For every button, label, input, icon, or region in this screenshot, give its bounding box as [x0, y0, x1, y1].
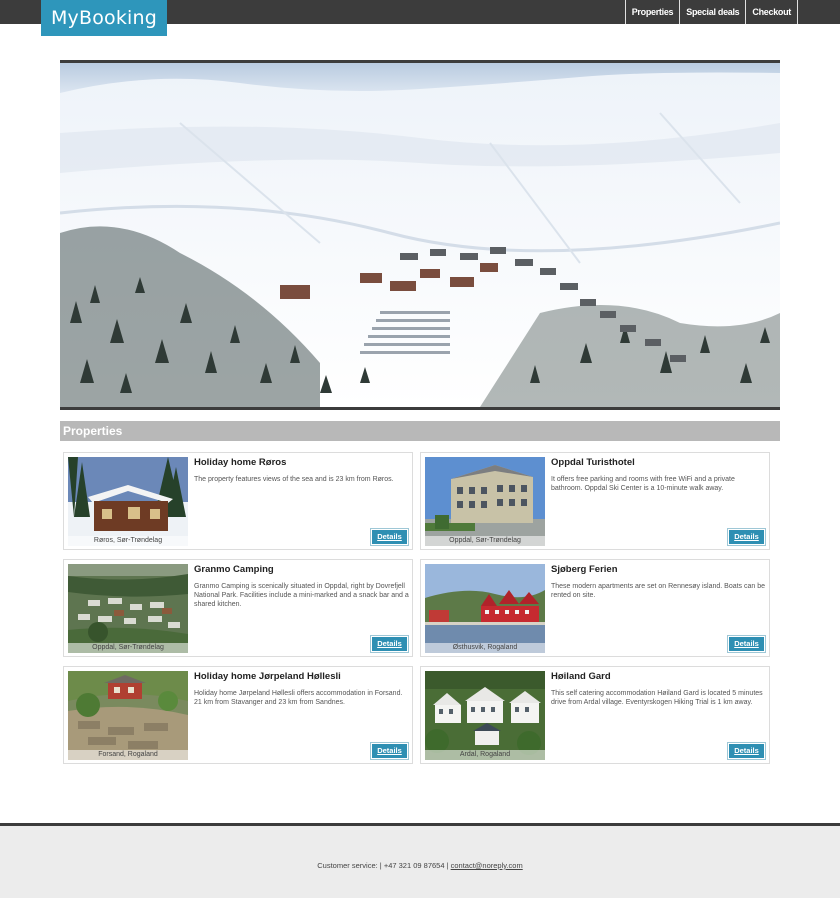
property-location: Forsand, Rogaland — [68, 750, 188, 760]
nav-special-deals-link[interactable]: Special deals — [679, 0, 745, 24]
property-description: The property features views of the sea a… — [194, 476, 394, 483]
details-button-label[interactable]: Details — [372, 744, 407, 758]
details-button-label[interactable]: Details — [729, 530, 764, 544]
nav-checkout-link[interactable]: Checkout — [745, 0, 798, 24]
main-nav: Properties Special deals Checkout — [624, 0, 798, 24]
property-location: Ardal, Rogaland — [425, 750, 545, 760]
property-title: Høiland Gard — [551, 671, 611, 682]
property-title: Holiday home Jørpeland Høllesli — [194, 671, 341, 682]
property-title: Oppdal Turisthotel — [551, 457, 635, 468]
property-card: Oppdal, Sør-Trøndelag Oppdal Turisthotel… — [420, 452, 770, 550]
details-button[interactable]: Details — [370, 635, 409, 653]
details-button[interactable]: Details — [370, 742, 409, 760]
customer-service-text: Customer service: | +47 321 09 87654 | — [317, 861, 449, 870]
hero-banner-image — [60, 60, 780, 410]
property-card: Røros, Sør-Trøndelag Holiday home Røros … — [63, 452, 413, 550]
details-button-label[interactable]: Details — [372, 530, 407, 544]
property-title: Granmo Camping — [194, 564, 274, 575]
details-button[interactable]: Details — [727, 528, 766, 546]
property-location: Østhusvik, Rogaland — [425, 643, 545, 653]
page-footer: Customer service: | +47 321 09 87654 | c… — [0, 823, 840, 898]
property-thumbnail[interactable]: Østhusvik, Rogaland — [425, 564, 545, 653]
property-description: It offers free parking and rooms with fr… — [551, 476, 735, 492]
property-thumbnail[interactable]: Oppdal, Sør-Trøndelag — [425, 457, 545, 546]
property-card: Ardal, Rogaland Høiland Gard This self c… — [420, 666, 770, 764]
details-button[interactable]: Details — [727, 635, 766, 653]
property-description: Granmo Camping is scenically situated in… — [194, 583, 409, 608]
property-description: This self catering accommodation Høiland… — [551, 690, 763, 706]
property-thumbnail[interactable]: Forsand, Rogaland — [68, 671, 188, 760]
property-title: Holiday home Røros — [194, 457, 287, 468]
details-button-label[interactable]: Details — [729, 637, 764, 651]
property-title: Sjøberg Ferien — [551, 564, 618, 575]
property-thumbnail[interactable]: Oppdal, Sør-Trøndelag — [68, 564, 188, 653]
property-card: Østhusvik, Rogaland Sjøberg Ferien These… — [420, 559, 770, 657]
details-button[interactable]: Details — [727, 742, 766, 760]
details-button-label[interactable]: Details — [729, 744, 764, 758]
site-logo[interactable]: MyBooking — [41, 0, 167, 36]
customer-service-line: Customer service: | +47 321 09 87654 | c… — [0, 861, 840, 870]
details-button[interactable]: Details — [370, 528, 409, 546]
contact-email-link[interactable]: contact@noreply.com — [451, 861, 523, 870]
property-location: Oppdal, Sør-Trøndelag — [425, 536, 545, 546]
property-thumbnail[interactable]: Ardal, Rogaland — [425, 671, 545, 760]
property-description: These modern apartments are set on Renne… — [551, 583, 766, 599]
property-description: Holiday home Jørpeland Høllesli offers a… — [194, 690, 403, 706]
property-location: Oppdal, Sør-Trøndelag — [68, 643, 188, 653]
nav-properties-link[interactable]: Properties — [624, 0, 680, 24]
property-card: Oppdal, Sør-Trøndelag Granmo Camping Gra… — [63, 559, 413, 657]
details-button-label[interactable]: Details — [372, 637, 407, 651]
section-title: Properties — [60, 421, 780, 441]
property-thumbnail[interactable]: Røros, Sør-Trøndelag — [68, 457, 188, 546]
property-location: Røros, Sør-Trøndelag — [68, 536, 188, 546]
property-card: Forsand, Rogaland Holiday home Jørpeland… — [63, 666, 413, 764]
